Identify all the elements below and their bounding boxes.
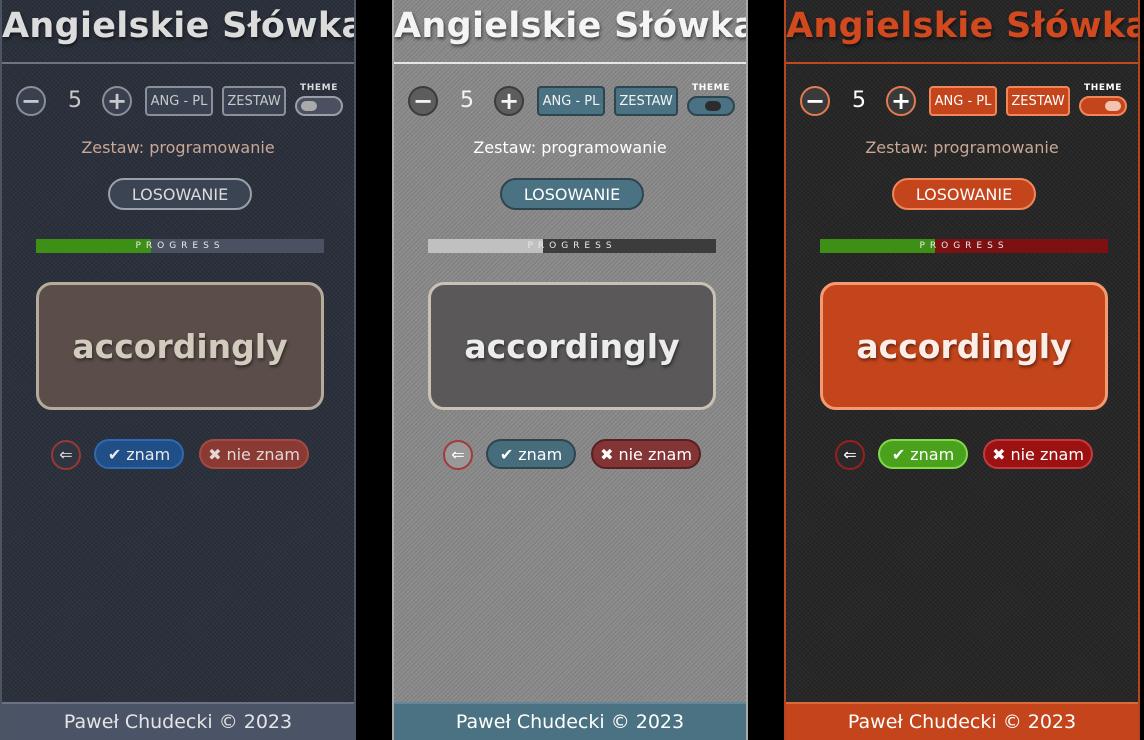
dont-know-button[interactable]: ✖ nie znam: [591, 439, 701, 469]
decrease-count-button[interactable]: −: [16, 86, 46, 116]
plus-icon: +: [890, 87, 912, 115]
current-set-text: Zestaw: programowanie: [81, 138, 275, 157]
theme-toggle[interactable]: [687, 96, 735, 116]
dont-know-label: nie znam: [1010, 444, 1084, 464]
arrow-left-icon: ⇐: [451, 445, 465, 464]
theme-label: THEME: [1084, 83, 1122, 93]
minus-icon: −: [20, 87, 42, 115]
increase-count-button[interactable]: +: [494, 86, 524, 116]
current-set-text: Zestaw: programowanie: [473, 138, 667, 157]
word-count-value: 5: [68, 88, 82, 113]
know-button[interactable]: ✔ znam: [94, 439, 184, 469]
set-select-button[interactable]: ZESTAW: [222, 86, 286, 116]
word-count-value: 5: [460, 88, 474, 113]
plus-icon: +: [106, 87, 128, 115]
toggle-knob: [301, 101, 317, 111]
increase-count-button[interactable]: +: [102, 86, 132, 116]
current-set-text: Zestaw: programowanie: [865, 138, 1059, 157]
direction-toggle-button[interactable]: ANG - PL: [537, 86, 605, 116]
dont-know-label: nie znam: [226, 444, 300, 464]
app-title: Angielskie Słówka: [786, 6, 1140, 46]
minus-icon: −: [804, 87, 826, 115]
word-count-value: 5: [852, 88, 866, 113]
toggle-knob: [1105, 101, 1121, 111]
theme-toggle[interactable]: [1079, 96, 1127, 116]
x-icon: ✖: [208, 444, 222, 464]
app-title: Angielskie Słówka: [394, 6, 748, 46]
know-label: znam: [126, 444, 171, 464]
dont-know-label: nie znam: [618, 444, 692, 464]
draw-button[interactable]: LOSOWANIE: [892, 178, 1036, 210]
direction-toggle-button[interactable]: ANG - PL: [145, 86, 213, 116]
progress-bar: PROGRESS: [820, 239, 1108, 253]
decrease-count-button[interactable]: −: [800, 86, 830, 116]
back-button[interactable]: ⇐: [835, 440, 865, 470]
word-card[interactable]: accordingly: [820, 282, 1108, 410]
set-select-button[interactable]: ZESTAW: [614, 86, 678, 116]
x-icon: ✖: [992, 444, 1006, 464]
back-button[interactable]: ⇐: [443, 440, 473, 470]
know-button[interactable]: ✔ znam: [878, 439, 968, 469]
back-button[interactable]: ⇐: [51, 440, 81, 470]
dont-know-button[interactable]: ✖ nie znam: [983, 439, 1093, 469]
toggle-knob: [705, 101, 721, 111]
theme-label: THEME: [692, 83, 730, 93]
progress-bar: PROGRESS: [36, 239, 324, 253]
minus-icon: −: [412, 87, 434, 115]
progress-label: PROGRESS: [135, 241, 225, 251]
know-button[interactable]: ✔ znam: [486, 439, 576, 469]
check-icon: ✔: [499, 444, 514, 464]
know-label: znam: [518, 444, 563, 464]
x-icon: ✖: [600, 444, 614, 464]
progress-bar: PROGRESS: [428, 239, 716, 253]
title-divider: [2, 62, 354, 64]
word-card[interactable]: accordingly: [36, 282, 324, 410]
set-select-button[interactable]: ZESTAW: [1006, 86, 1070, 116]
increase-count-button[interactable]: +: [886, 86, 916, 116]
progress-label: PROGRESS: [919, 241, 1009, 251]
footer: Paweł Chudecki © 2023: [786, 702, 1138, 740]
app-panel-grey-theme: Angielskie Słówka − 5 + ANG - PL ZESTAW …: [392, 0, 748, 740]
direction-toggle-button[interactable]: ANG - PL: [929, 86, 997, 116]
check-icon: ✔: [107, 444, 122, 464]
theme-label: THEME: [300, 83, 338, 93]
theme-toggle[interactable]: [295, 96, 343, 116]
plus-icon: +: [498, 87, 520, 115]
arrow-left-icon: ⇐: [59, 445, 73, 464]
arrow-left-icon: ⇐: [843, 445, 857, 464]
decrease-count-button[interactable]: −: [408, 86, 438, 116]
title-divider: [394, 62, 746, 64]
progress-label: PROGRESS: [527, 241, 617, 251]
draw-button[interactable]: LOSOWANIE: [500, 178, 644, 210]
app-panel-orange-theme: Angielskie Słówka − 5 + ANG - PL ZESTAW …: [784, 0, 1140, 740]
know-label: znam: [910, 444, 955, 464]
footer: Paweł Chudecki © 2023: [2, 702, 354, 740]
check-icon: ✔: [891, 444, 906, 464]
word-card[interactable]: accordingly: [428, 282, 716, 410]
title-divider: [786, 62, 1138, 64]
app-title: Angielskie Słówka: [2, 6, 356, 46]
dont-know-button[interactable]: ✖ nie znam: [199, 439, 309, 469]
app-panel-dark-theme: Angielskie Słówka − 5 + ANG - PL ZESTAW …: [0, 0, 356, 740]
draw-button[interactable]: LOSOWANIE: [108, 178, 252, 210]
footer: Paweł Chudecki © 2023: [394, 702, 746, 740]
